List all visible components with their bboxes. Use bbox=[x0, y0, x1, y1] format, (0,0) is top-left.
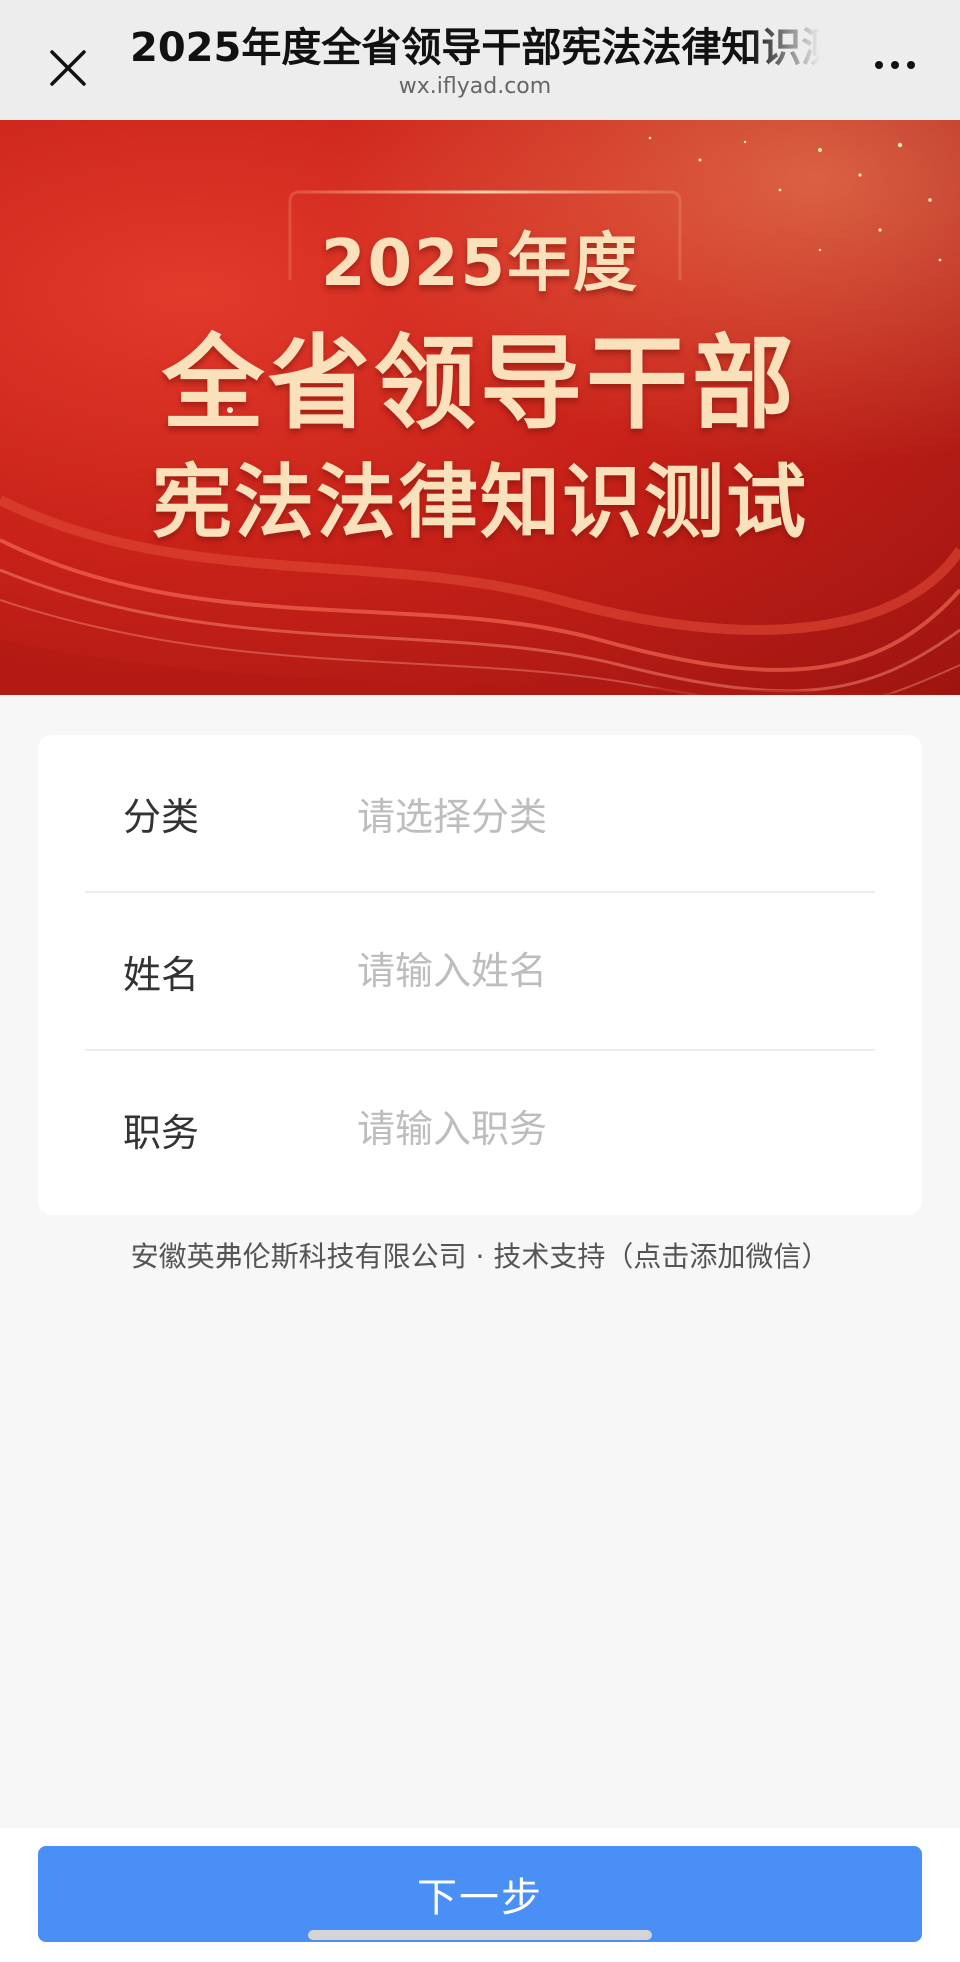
title-area: 2025年度全省领导干部宪法法律知识测试 wx.iflyad.com bbox=[130, 22, 820, 102]
name-row: 姓名 bbox=[85, 893, 875, 1049]
position-row: 职务 bbox=[85, 1051, 875, 1207]
top-nav-bar: 2025年度全省领导干部宪法法律知识测试 wx.iflyad.com bbox=[0, 0, 960, 120]
category-row[interactable]: 分类 请选择分类 bbox=[85, 735, 875, 891]
hero-banner: 2025年度 全省领导干部 宪法法律知识测试 bbox=[0, 120, 960, 695]
banner-headline: 全省领导干部 bbox=[162, 325, 798, 444]
more-dots-icon bbox=[875, 61, 883, 69]
more-button[interactable] bbox=[860, 45, 930, 85]
page: 2025年度全省领导干部宪法法律知识测试 wx.iflyad.com 2025年… bbox=[0, 0, 960, 1962]
form-card: 分类 请选择分类 姓名 职务 bbox=[38, 735, 922, 1215]
home-indicator bbox=[308, 1930, 652, 1940]
category-select[interactable]: 请选择分类 bbox=[357, 786, 875, 841]
banner-year: 2025年度 bbox=[320, 227, 640, 301]
name-label: 姓名 bbox=[123, 952, 200, 997]
close-button[interactable] bbox=[38, 38, 98, 98]
position-label: 职务 bbox=[123, 1110, 200, 1155]
banner-subheadline: 宪法法律知识测试 bbox=[152, 456, 808, 549]
name-input[interactable] bbox=[357, 949, 875, 993]
tech-support-link[interactable]: 安徽英弗伦斯科技有限公司 · 技术支持（点击添加微信） bbox=[0, 1235, 960, 1275]
page-title: 2025年度全省领导干部宪法法律知识测试 bbox=[130, 25, 820, 71]
more-dots-icon bbox=[891, 61, 899, 69]
category-label: 分类 bbox=[123, 794, 200, 839]
page-domain: wx.iflyad.com bbox=[398, 74, 552, 99]
next-button[interactable]: 下一步 bbox=[38, 1846, 922, 1942]
close-icon bbox=[50, 50, 86, 86]
more-dots-icon bbox=[907, 61, 915, 69]
position-input[interactable] bbox=[357, 1107, 875, 1151]
